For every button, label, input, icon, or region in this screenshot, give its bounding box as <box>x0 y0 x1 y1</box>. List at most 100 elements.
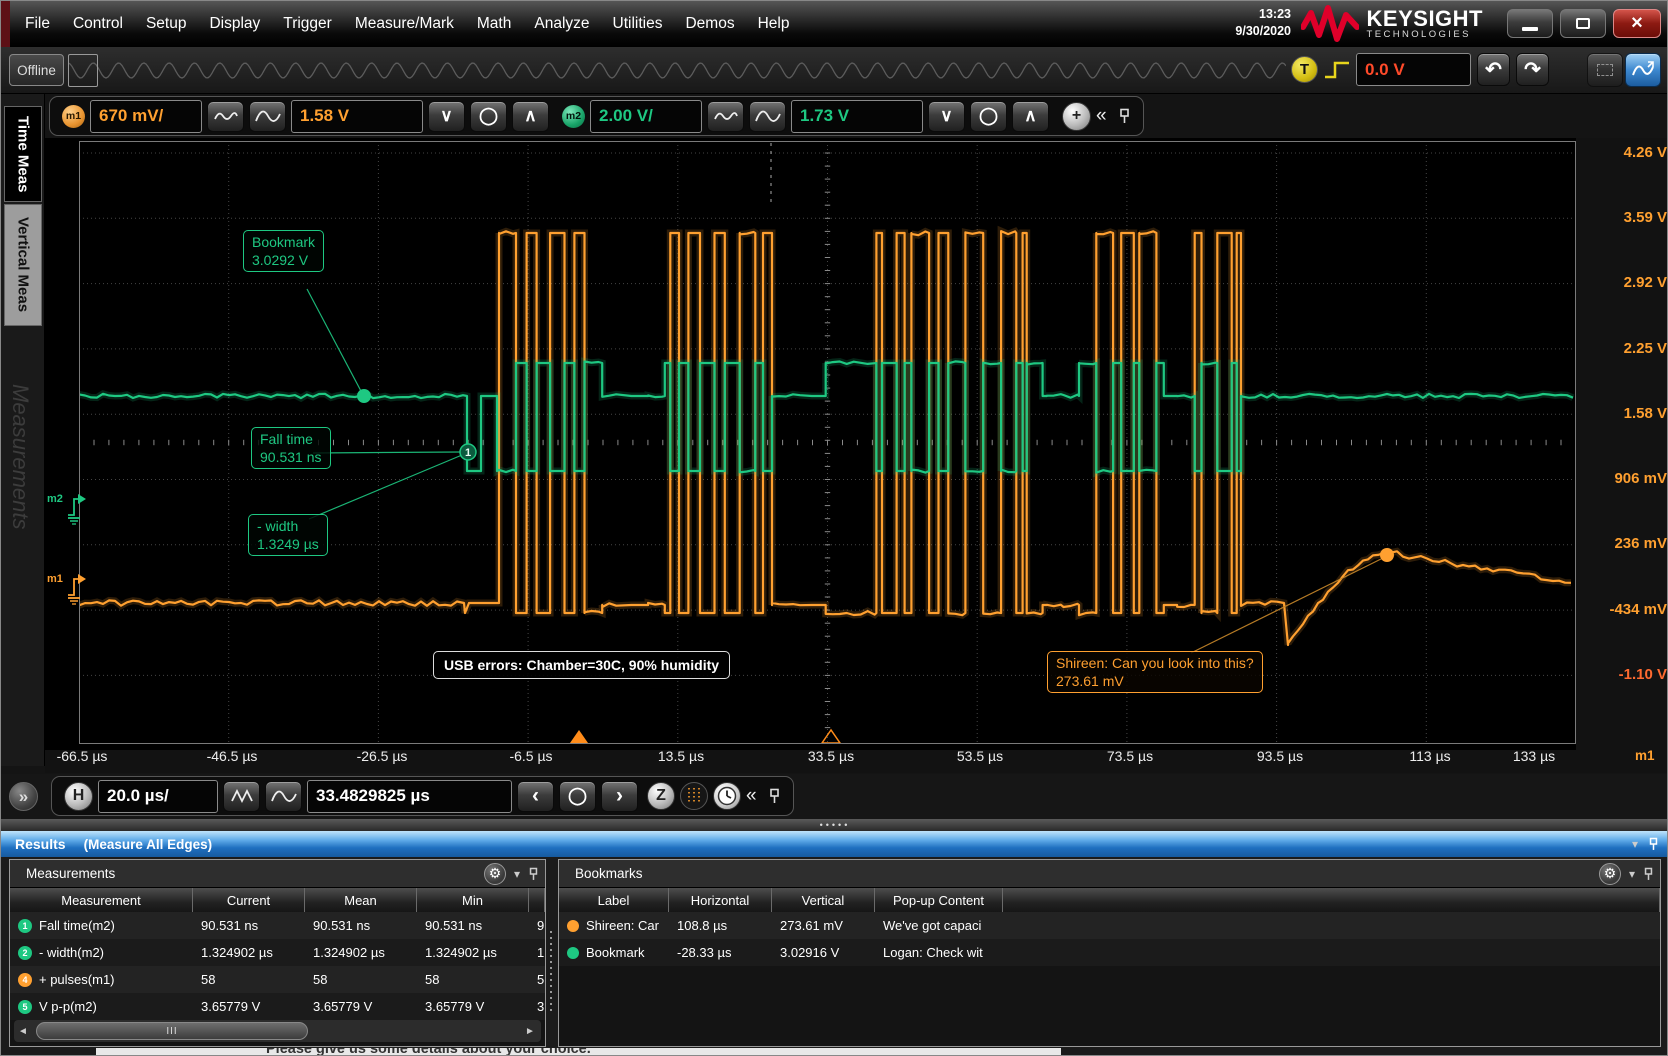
col-popup-content[interactable]: Pop-up Content <box>875 888 1003 912</box>
m2-offset-field[interactable]: 1.73 V <box>791 100 923 133</box>
position-right-button[interactable]: › <box>601 781 638 812</box>
menu-measure-mark[interactable]: Measure/Mark <box>355 15 454 33</box>
col-label[interactable]: Label <box>559 888 669 912</box>
menu-math[interactable]: Math <box>477 15 511 33</box>
m1-scale-increase-button[interactable] <box>249 101 286 132</box>
menu-trigger[interactable]: Trigger <box>283 15 332 33</box>
table-row[interactable]: Shireen: Car 108.8 µs 273.61 mV We've go… <box>559 912 1660 939</box>
zoom-badge-button[interactable]: Z <box>647 782 675 810</box>
m1-offset-field[interactable]: 1.58 V <box>291 100 423 133</box>
y-axis-label: -434 mV <box>1591 601 1667 618</box>
pin-icon[interactable] <box>528 867 539 881</box>
m2-scale-field[interactable]: 2.00 V/ <box>590 100 702 133</box>
gear-icon[interactable]: ⚙ <box>484 863 506 885</box>
m2-offset-zero-button[interactable]: ◯ <box>970 101 1007 132</box>
small-wave-icon <box>714 109 738 123</box>
waveform-fit-button[interactable] <box>1625 53 1661 87</box>
bookmark-annotation[interactable]: Bookmark 3.0292 V <box>243 230 324 272</box>
m2-offset-up-button[interactable]: ∧ <box>1012 101 1049 132</box>
channel-toolbar: m1 670 mV/ 1.58 V ∨ ◯ ∧ m2 2.00 V/ 1.73 … <box>45 94 1668 138</box>
acquisition-clock-button[interactable] <box>713 782 741 810</box>
shireen-annotation[interactable]: Shireen: Can you look into this? 273.61 … <box>1047 651 1263 693</box>
pin-icon[interactable] <box>768 788 781 804</box>
chevron-down-icon[interactable]: ▾ <box>514 867 520 881</box>
menu-control[interactable]: Control <box>73 15 123 33</box>
table-row[interactable]: Bookmark -28.33 µs 3.02916 V Logan: Chec… <box>559 939 1660 966</box>
m1-offset-up-button[interactable]: ∧ <box>512 101 549 132</box>
add-channel-button[interactable]: + <box>1062 102 1091 131</box>
table-row[interactable]: 1Fall time(m2) 90.531 ns 90.531 ns 90.53… <box>10 912 545 939</box>
m1-scale-decrease-button[interactable] <box>207 101 244 132</box>
table-row[interactable]: 4+ pulses(m1) 58 58 58 5 <box>10 966 545 993</box>
m2-ground-marker[interactable]: m2 <box>47 493 86 525</box>
pin-icon[interactable] <box>1118 108 1131 124</box>
menu-file[interactable]: File <box>25 15 50 33</box>
panel-resize-grip[interactable] <box>548 931 554 1011</box>
col-vertical[interactable]: Vertical <box>772 888 875 912</box>
waveform-preview-box[interactable] <box>68 54 98 87</box>
chevron-down-icon: ∨ <box>440 106 452 126</box>
gear-icon[interactable]: ⚙ <box>1599 863 1621 885</box>
horizontal-scrollbar[interactable]: ◄ III ► <box>14 1020 541 1042</box>
m1-ground-marker[interactable]: m1 <box>47 573 86 605</box>
scrollbar-thumb[interactable]: III <box>36 1022 308 1040</box>
usb-errors-annotation[interactable]: USB errors: Chamber=30C, 90% humidity <box>433 651 730 679</box>
region-select-button[interactable] <box>1587 53 1623 87</box>
maximize-icon <box>1576 18 1590 29</box>
undo-button[interactable]: ↶ <box>1477 53 1510 86</box>
close-button[interactable]: × <box>1613 9 1661 38</box>
m2-scale-decrease-button[interactable] <box>707 101 744 132</box>
col-mean[interactable]: Mean <box>305 888 417 912</box>
clock: 13:23 9/30/2020 <box>1235 6 1291 40</box>
m1-offset-zero-button[interactable]: ◯ <box>470 101 507 132</box>
x-axis-label: -46.5 µs <box>186 748 278 764</box>
trigger-level-field[interactable]: 0.0 V <box>1356 53 1471 86</box>
scroll-left-icon[interactable]: ◄ <box>14 1026 32 1037</box>
chevron-down-icon[interactable]: ▾ <box>1632 837 1638 851</box>
tab-time-meas[interactable]: Time Meas <box>4 106 42 202</box>
timebase-zoom-in-button[interactable] <box>265 781 302 812</box>
menu-analyze[interactable]: Analyze <box>534 15 589 33</box>
minimize-button[interactable] <box>1507 9 1553 38</box>
redo-button[interactable]: ↷ <box>1516 53 1549 86</box>
segmented-memory-button[interactable] <box>680 782 708 810</box>
tab-vertical-meas[interactable]: Vertical Meas <box>4 204 42 326</box>
col-horizontal[interactable]: Horizontal <box>669 888 772 912</box>
m2-scale-increase-button[interactable] <box>749 101 786 132</box>
maximize-button[interactable] <box>1560 9 1606 38</box>
table-row[interactable]: 2- width(m2) 1.324902 µs 1.324902 µs 1.3… <box>10 939 545 966</box>
menu-utilities[interactable]: Utilities <box>613 15 663 33</box>
table-row[interactable]: 5V p-p(m2) 3.65779 V 3.65779 V 3.65779 V… <box>10 993 545 1020</box>
measurement-marker: 5 <box>18 1000 32 1014</box>
offline-button[interactable]: Offline <box>9 54 64 86</box>
collapse-toolbar-button[interactable]: « <box>1096 105 1107 127</box>
position-left-button[interactable]: ‹ <box>517 781 554 812</box>
scroll-right-icon[interactable]: ► <box>521 1026 539 1037</box>
trigger-source-badge[interactable]: T <box>1291 56 1318 83</box>
horizontal-position-field[interactable]: 33.4829825 µs <box>307 780 512 813</box>
m2-offset-down-button[interactable]: ∨ <box>928 101 965 132</box>
position-zero-button[interactable]: ◯ <box>559 781 596 812</box>
col-min[interactable]: Min <box>417 888 529 912</box>
pin-icon[interactable] <box>1648 837 1659 851</box>
channel-m2-badge[interactable]: m2 <box>562 105 585 128</box>
menu-demos[interactable]: Demos <box>685 15 734 33</box>
neg-width-annotation[interactable]: - width 1.3249 µs <box>248 514 328 556</box>
timebase-zoom-out-button[interactable] <box>223 781 260 812</box>
col-measurement[interactable]: Measurement <box>10 888 193 912</box>
m1-offset-down-button[interactable]: ∨ <box>428 101 465 132</box>
panel-splitter[interactable]: ••••• <box>1 819 1668 831</box>
menu-setup[interactable]: Setup <box>146 15 187 33</box>
col-current[interactable]: Current <box>193 888 305 912</box>
horizontal-badge[interactable]: H <box>64 782 93 811</box>
channel-m1-badge[interactable]: m1 <box>62 105 85 128</box>
menu-help[interactable]: Help <box>758 15 790 33</box>
timebase-scale-field[interactable]: 20.0 µs/ <box>98 780 218 813</box>
fall-time-annotation[interactable]: Fall time 90.531 ns <box>251 427 331 469</box>
chevron-down-icon[interactable]: ▾ <box>1629 867 1635 881</box>
collapse-toolbar-button[interactable]: « <box>746 785 757 807</box>
pin-icon[interactable] <box>1643 867 1654 881</box>
menu-display[interactable]: Display <box>209 15 260 33</box>
expand-sidebar-button[interactable]: » <box>9 782 38 811</box>
m1-scale-field[interactable]: 670 mV/ <box>90 100 202 133</box>
